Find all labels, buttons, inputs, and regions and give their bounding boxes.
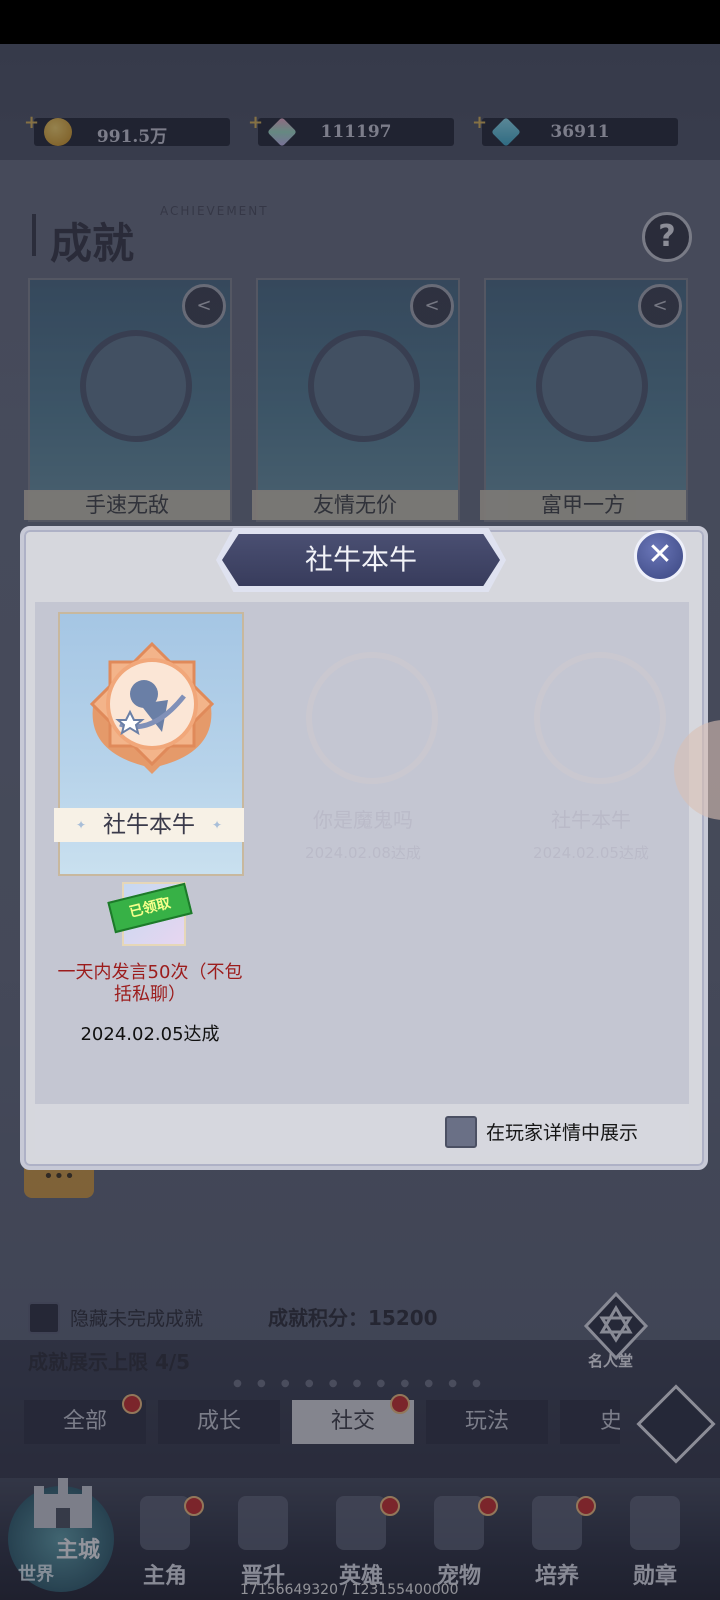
show-in-profile-label: 在玩家详情中展示 <box>486 1122 639 1144</box>
achievement-detail-label: ✦ 社牛本牛 ✦ <box>54 808 244 842</box>
faded-emblem-icon <box>534 652 666 784</box>
faded-card-label: 社牛本牛 <box>551 808 631 832</box>
faded-achievement-card: 社牛本牛 2024.02.05达成 <box>496 604 686 864</box>
modal-title: 社牛本牛 <box>222 534 500 586</box>
achievement-date: 2024.02.05达成 <box>80 1024 220 1045</box>
faded-card-date: 2024.02.08达成 <box>305 844 421 862</box>
status-bar <box>0 0 720 44</box>
show-in-profile-checkbox[interactable] <box>445 1116 477 1148</box>
faded-card-label: 你是魔鬼吗 <box>313 808 413 832</box>
sparkle-icon: ✦ <box>211 818 222 832</box>
sparkle-icon: ✦ <box>76 818 87 832</box>
faded-card-date: 2024.02.05达成 <box>533 844 649 862</box>
social-medal-icon <box>89 641 215 774</box>
faded-achievement-card: 你是魔鬼吗 2024.02.08达成 <box>268 604 458 864</box>
close-button[interactable]: ✕ <box>634 530 686 582</box>
faded-emblem-icon <box>306 652 438 784</box>
achievement-name: 社牛本牛 <box>103 812 195 838</box>
achievement-description: 一天内发言50次（不包括私聊） <box>57 962 243 1005</box>
